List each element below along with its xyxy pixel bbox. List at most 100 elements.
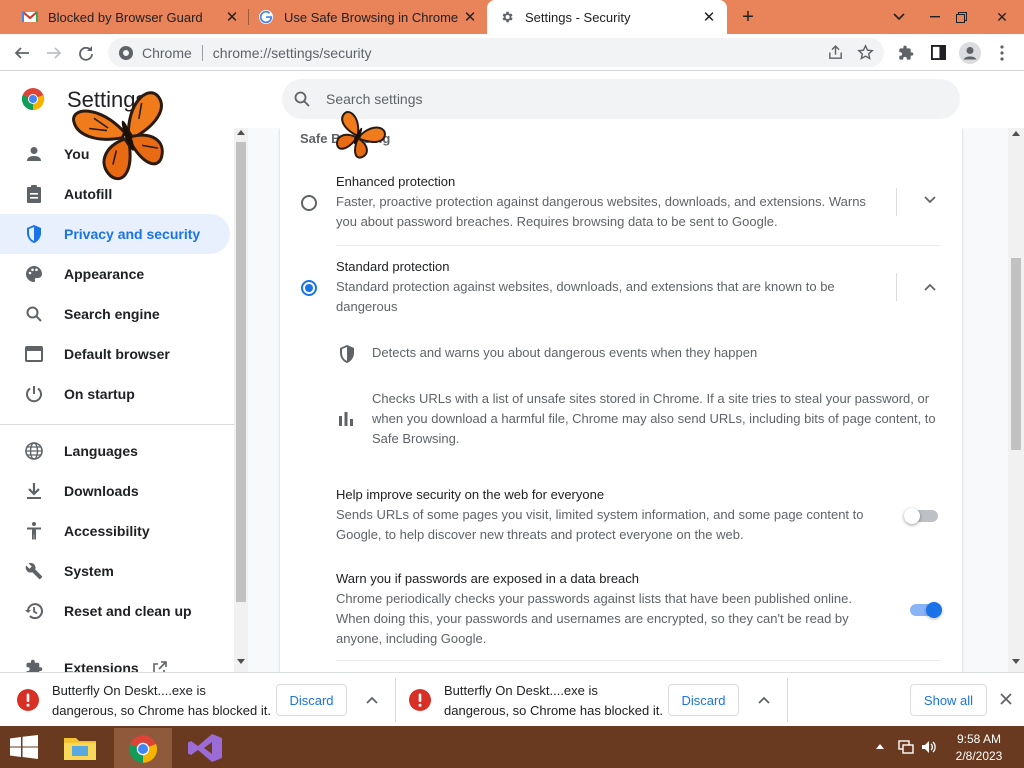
windows-start-icon[interactable] [10, 735, 38, 759]
sidebar-scrollbar[interactable] [234, 128, 248, 672]
shield-icon [24, 224, 44, 244]
clock-date[interactable]: 2/8/2023 [955, 749, 1003, 763]
wrench-icon [24, 561, 44, 581]
download-divider [787, 678, 788, 722]
chrome-icon [128, 734, 158, 764]
close-tab-icon[interactable]: ✕ [699, 8, 719, 26]
side-panel-icon[interactable] [922, 34, 954, 71]
sidebar-scrollbar-thumb[interactable] [236, 142, 246, 602]
settings-main: Safe Browsing Enhanced protection Faster… [248, 128, 1008, 672]
reload-button[interactable] [70, 34, 102, 71]
scroll-up-arrow-icon[interactable] [237, 130, 245, 135]
chrome-taskbar-button[interactable] [114, 728, 172, 768]
standard-detail-2-line-2: when you download a harmful file, Chrome… [372, 411, 936, 426]
danger-icon [409, 689, 431, 711]
safe-browsing-card: Safe Browsing Enhanced protection Faster… [280, 128, 962, 672]
sidebar-item-search-engine[interactable]: Search engine [0, 294, 230, 334]
scroll-up-arrow-icon[interactable] [1012, 131, 1020, 136]
enhanced-protection-desc-2: you about password breaches. Requires br… [336, 214, 778, 229]
sidebar-item-languages[interactable]: Languages [0, 431, 230, 471]
help-improve-toggle[interactable] [904, 508, 938, 524]
sidebar-item-default-browser[interactable]: Default browser [0, 334, 230, 374]
tab-settings-security[interactable]: Settings - Security ✕ [487, 0, 727, 34]
password-warn-desc-2: When doing this, your passwords and user… [336, 611, 849, 626]
clipboard-icon [24, 184, 44, 204]
sidebar-item-on-startup[interactable]: On startup [0, 374, 230, 414]
help-improve-title: Help improve security on the web for eve… [336, 487, 605, 502]
download-icon [24, 481, 44, 501]
help-improve-desc-2: Google, to help discover new threats and… [336, 527, 744, 542]
settings-sidebar: You Autofill Privacy and security Appear… [0, 128, 248, 672]
chevron-up-icon[interactable] [366, 696, 378, 704]
visual-studio-icon[interactable] [188, 734, 222, 762]
gmail-icon [22, 9, 38, 25]
volume-icon[interactable] [921, 740, 937, 754]
row-divider [336, 245, 940, 246]
password-warn-toggle[interactable] [910, 602, 942, 618]
scroll-down-arrow-icon[interactable] [1012, 659, 1020, 664]
standard-protection-radio[interactable] [301, 280, 317, 296]
person-icon [24, 144, 44, 164]
download-item-text-2: dangerous, so Chrome has blocked it. [52, 703, 271, 718]
sidebar-item-downloads[interactable]: Downloads [0, 471, 230, 511]
sidebar-item-reset-and-clean-up[interactable]: Reset and clean up [0, 591, 230, 631]
chrome-site-icon [118, 45, 134, 61]
chevron-up-icon[interactable] [758, 696, 770, 704]
bookmark-star-icon[interactable] [857, 44, 874, 61]
sidebar-item-appearance[interactable]: Appearance [0, 254, 230, 294]
divider [896, 273, 897, 301]
back-button[interactable] [6, 34, 38, 71]
standard-protection-title: Standard protection [336, 259, 450, 274]
sidebar-divider [0, 424, 234, 425]
sidebar-item-label: Reset and clean up [64, 603, 192, 619]
new-tab-button[interactable]: + [731, 0, 765, 34]
download-item-text-2: dangerous, so Chrome has blocked it. [444, 703, 663, 718]
windows-taskbar: 9:58 AM 2/8/2023 [0, 726, 1024, 768]
google-icon [258, 9, 274, 25]
toggle-knob [904, 508, 920, 524]
tab-strip: Blocked by Browser Guard ✕ Use Safe Brow… [0, 0, 1024, 34]
close-tab-icon[interactable]: ✕ [222, 8, 242, 26]
tab-title: Blocked by Browser Guard [48, 9, 203, 25]
discard-button[interactable]: Discard [668, 684, 739, 716]
sidebar-item-system[interactable]: System [0, 551, 230, 591]
clock-time[interactable]: 9:58 AM [955, 732, 1003, 746]
tray-chevron-icon[interactable] [876, 744, 884, 749]
download-item-text-1: Butterfly On Deskt....exe is [444, 683, 598, 698]
help-improve-desc-1: Sends URLs of some pages you visit, limi… [336, 507, 864, 522]
puzzle-icon [24, 658, 44, 672]
scroll-down-arrow-icon[interactable] [237, 659, 245, 664]
standard-protection-desc-1: Standard protection against websites, do… [336, 279, 835, 294]
tab-search-chevron-icon[interactable] [882, 0, 916, 34]
share-icon[interactable] [827, 44, 844, 61]
standard-detail-2-line-3: Safe Browsing. [372, 431, 460, 446]
show-all-button[interactable]: Show all [910, 684, 987, 716]
sidebar-item-extensions[interactable]: Extensions [0, 648, 230, 672]
forward-button[interactable] [38, 34, 70, 71]
danger-icon [17, 689, 39, 711]
tab-blocked[interactable]: Blocked by Browser Guard ✕ [0, 0, 248, 34]
close-window-button[interactable]: ✕ [980, 0, 1024, 34]
enhanced-protection-radio[interactable] [301, 195, 317, 211]
standard-protection-desc-2: dangerous [336, 299, 398, 314]
chevron-down-icon[interactable] [924, 196, 936, 204]
address-bar[interactable]: Chrome chrome://settings/security [108, 38, 884, 67]
history-icon [24, 601, 44, 621]
close-icon[interactable] [1000, 693, 1012, 705]
tab-safe-browsing[interactable]: Use Safe Browsing in Chrome - C ✕ [248, 0, 486, 34]
profile-avatar[interactable] [954, 34, 986, 71]
search-icon [24, 304, 44, 324]
extensions-icon[interactable] [890, 34, 922, 71]
menu-kebab-icon[interactable] [986, 34, 1018, 71]
network-icon[interactable] [898, 740, 914, 754]
sidebar-item-accessibility[interactable]: Accessibility [0, 511, 230, 551]
sidebar-item-privacy-and-security[interactable]: Privacy and security [0, 214, 230, 254]
main-scrollbar[interactable] [1008, 128, 1024, 672]
file-explorer-icon[interactable] [62, 732, 98, 762]
discard-button[interactable]: Discard [276, 684, 347, 716]
main-scrollbar-thumb[interactable] [1011, 258, 1021, 450]
close-tab-icon[interactable]: ✕ [460, 8, 480, 26]
chevron-up-icon[interactable] [924, 283, 936, 291]
enhanced-protection-desc-1: Faster, proactive protection against dan… [336, 194, 866, 209]
restore-button[interactable] [944, 0, 978, 34]
